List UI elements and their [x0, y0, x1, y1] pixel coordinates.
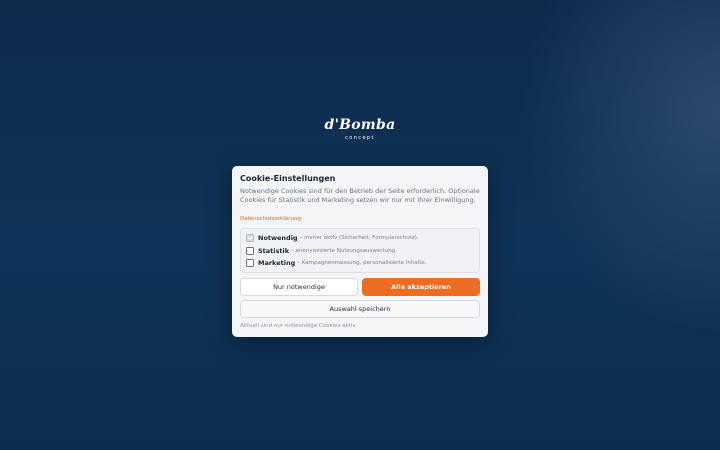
checkbox-statistics[interactable] [246, 246, 254, 255]
option-necessary: Notwendig – immer aktiv (Sicherheit, For… [246, 232, 474, 245]
option-marketing[interactable]: Marketing – Kampagnenmessung, personalis… [246, 257, 474, 270]
option-marketing-label[interactable]: Marketing [258, 259, 295, 267]
dialog-title: Cookie-Einstellungen [240, 174, 336, 183]
consent-status-text: Aktuell sind nur notwendige Cookies akti… [240, 322, 357, 329]
logo-tagline: concept [345, 135, 375, 141]
accept-all-button[interactable]: Alle akzeptieren [362, 277, 480, 296]
option-statistics-label[interactable]: Statistik [258, 247, 289, 255]
option-statistics[interactable]: Statistik – anonymisierte Nutzungsauswer… [246, 245, 474, 258]
necessary-only-button[interactable]: Nur notwendige [240, 277, 358, 296]
save-selection-button[interactable]: Auswahl speichern [240, 299, 480, 318]
privacy-policy-link[interactable]: Datenschutzerklärung [240, 215, 301, 223]
cookie-consent-dialog: Cookie-Einstellungen Notwendige Cookies … [232, 166, 488, 337]
cookie-options-panel: Notwendig – immer aktiv (Sicherheit, For… [240, 228, 480, 273]
primary-button-row: Nur notwendige Alle akzeptieren [240, 277, 480, 296]
option-statistics-description: – anonymisierte Nutzungsauswertung. [291, 247, 397, 254]
option-necessary-description: – immer aktiv (Sicherheit, Formularschut… [299, 235, 419, 242]
dialog-intro-text: Notwendige Cookies sind für den Betrieb … [240, 187, 480, 204]
option-necessary-label: Notwendig [258, 234, 298, 243]
logo-wordmark: d'Bomba [324, 117, 396, 133]
option-marketing-description: – Kampagnenmessung, personalisierte Inha… [297, 260, 427, 267]
brand-logo: d'Bomba concept [0, 116, 720, 142]
checkbox-marketing[interactable] [246, 259, 254, 268]
checkbox-necessary [246, 234, 254, 243]
